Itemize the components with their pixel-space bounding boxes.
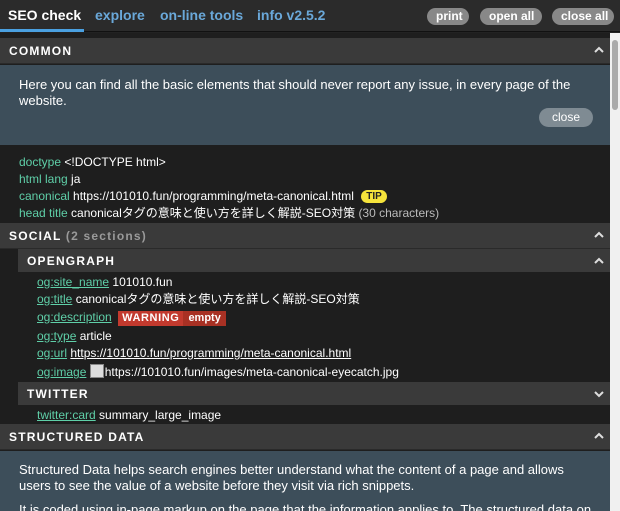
section-title: COMMON: [9, 44, 73, 58]
structured-info-box: Structured Data helps search engines bet…: [0, 451, 610, 511]
og-row-type: og:type article: [37, 329, 112, 343]
subsection-title: TWITTER: [27, 387, 89, 401]
row-value-link[interactable]: https://101010.fun/programming/meta-cano…: [70, 346, 351, 360]
common-info-box: Here you can find all the basic elements…: [0, 65, 610, 145]
common-row-head-title: head title canonicalタグの意味と使い方を詳しく解説-SEO対…: [19, 206, 439, 220]
row-key[interactable]: twitter:card: [37, 408, 96, 422]
warning-detail: empty: [183, 311, 226, 326]
tab-online-tools[interactable]: on-line tools: [160, 7, 243, 23]
structured-description: Structured Data helps search engines bet…: [19, 462, 564, 493]
row-key: html lang: [19, 172, 68, 186]
common-row-canonical: canonical https://101010.fun/programming…: [19, 189, 387, 203]
og-row-title: og:title canonicalタグの意味と使い方を詳しく解説-SEO対策: [37, 292, 360, 306]
row-value: <!DOCTYPE html>: [64, 155, 166, 169]
tab-explore[interactable]: explore: [95, 7, 145, 23]
print-button[interactable]: print: [427, 8, 469, 25]
row-key[interactable]: og:url: [37, 346, 67, 360]
close-info-button[interactable]: close: [539, 108, 593, 127]
row-key[interactable]: og:description: [37, 310, 112, 324]
subsection-title: OPENGRAPH: [27, 254, 116, 268]
row-value[interactable]: https://101010.fun/images/meta-canonical…: [105, 365, 399, 379]
chevron-up-icon[interactable]: [593, 44, 605, 56]
og-row-description: og:description WARNING empty: [37, 310, 226, 326]
chevron-up-icon[interactable]: [593, 229, 605, 241]
broken-image-icon: [89, 364, 104, 378]
character-count: (30 characters): [358, 206, 440, 220]
section-header-common[interactable]: COMMON: [0, 38, 610, 64]
row-value: summary_large_image: [99, 408, 222, 422]
common-row-doctype: doctype <!DOCTYPE html>: [19, 155, 166, 169]
section-title: STRUCTURED DATA: [9, 430, 145, 444]
warning-badge: WARNING: [118, 311, 184, 326]
row-value: canonicalタグの意味と使い方を詳しく解説-SEO対策: [75, 292, 360, 306]
common-description: Here you can find all the basic elements…: [19, 77, 571, 108]
chevron-down-icon[interactable]: [593, 388, 605, 400]
row-value: canonicalタグの意味と使い方を詳しく解説-SEO対策: [71, 206, 356, 220]
row-key[interactable]: og:title: [37, 292, 72, 306]
open-all-button[interactable]: open all: [480, 8, 542, 25]
row-value[interactable]: https://101010.fun/programming/meta-cano…: [73, 189, 354, 203]
og-row-image: og:image https://101010.fun/images/meta-…: [37, 364, 399, 379]
row-key[interactable]: og:image: [37, 365, 86, 379]
close-all-button[interactable]: close all: [552, 8, 614, 25]
og-row-site-name: og:site_name 101010.fun: [37, 275, 172, 289]
subsection-header-twitter[interactable]: TWITTER: [18, 382, 610, 405]
tab-info[interactable]: info v2.5.2: [257, 7, 325, 23]
report-panel: COMMON Here you can find all the basic e…: [0, 33, 610, 511]
row-key: head title: [19, 206, 68, 220]
subsection-header-opengraph[interactable]: OPENGRAPH: [18, 249, 610, 272]
section-title: SOCIAL (2 sections): [9, 229, 147, 243]
top-bar: SEO check explore on-line tools info v2.…: [0, 0, 620, 32]
section-header-social[interactable]: SOCIAL (2 sections): [0, 223, 610, 249]
row-key[interactable]: og:type: [37, 329, 76, 343]
twitter-row-card: twitter:card summary_large_image: [37, 408, 221, 422]
section-header-structured-data[interactable]: STRUCTURED DATA: [0, 424, 610, 450]
section-count: (2 sections): [65, 229, 147, 243]
scrollbar-thumb[interactable]: [612, 40, 618, 110]
active-tab-indicator: [0, 29, 84, 32]
tab-seo-check[interactable]: SEO check: [8, 7, 81, 23]
row-key: canonical: [19, 189, 70, 203]
chevron-up-icon[interactable]: [593, 255, 605, 267]
row-key: doctype: [19, 155, 62, 169]
structured-description-continued: It is coded using in-page markup on the …: [19, 502, 592, 511]
row-key[interactable]: og:site_name: [37, 275, 109, 289]
row-value: ja: [71, 172, 81, 186]
row-value: article: [79, 329, 112, 343]
common-row-html-lang: html lang ja: [19, 172, 80, 186]
tip-badge[interactable]: TIP: [361, 190, 387, 203]
chevron-up-icon[interactable]: [593, 430, 605, 442]
row-value: 101010.fun: [112, 275, 173, 289]
og-row-url: og:url https://101010.fun/programming/me…: [37, 346, 351, 360]
